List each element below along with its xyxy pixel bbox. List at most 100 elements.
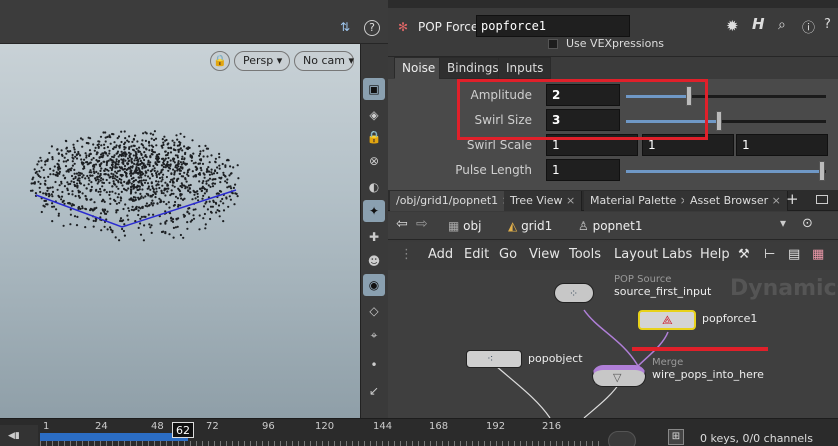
crumb-label: obj	[463, 219, 482, 233]
tab-bindings[interactable]: Bindings	[439, 57, 507, 79]
lock-icon[interactable]: 🔒	[363, 126, 385, 148]
add-tab-icon[interactable]: +	[786, 190, 799, 208]
node-name-field[interactable]: popforce1	[476, 15, 630, 37]
menu-add[interactable]: Add	[428, 247, 453, 262]
viewport-toolbar: ⇅ ?	[0, 0, 388, 44]
gear-icon[interactable]: ✹	[726, 17, 739, 35]
source-node-name: source_first_input	[614, 285, 712, 298]
network-tabstrip: /obj/grid1/popnet1 × Tree View × Materia…	[388, 190, 838, 211]
tick-label: 96	[262, 421, 275, 432]
path-bar: ⇦ ⇨ ▦ obj ◭ grid1 ♙ popnet1 ▾ ⊙	[388, 212, 838, 240]
pulse-length-slider[interactable]	[626, 161, 826, 181]
network-pane: /obj/grid1/popnet1 × Tree View × Materia…	[388, 190, 838, 418]
list-icon[interactable]: ▤	[788, 247, 800, 262]
merge-node[interactable]: ▽	[592, 365, 646, 387]
vex-label: Use VEXpressions	[566, 37, 665, 50]
object-node-icon: ⁖	[487, 352, 494, 365]
tab-tree-view[interactable]: Tree View ×	[504, 191, 583, 211]
persp-dropdown[interactable]: Persp ▾	[234, 51, 290, 71]
dot-icon[interactable]: •	[363, 354, 385, 376]
menu-help[interactable]: Help	[700, 247, 730, 262]
tree-icon[interactable]: ⊢	[764, 247, 775, 262]
pin-icon[interactable]: ⊙	[802, 216, 813, 231]
path-dropdown-icon[interactable]: ▾	[780, 216, 786, 230]
pulse-length-label: Pulse Length	[455, 163, 532, 177]
pop-gear-icon: ✻	[398, 20, 409, 34]
camera-label: No cam	[303, 54, 345, 67]
ghost-icon[interactable]: ⊗	[363, 150, 385, 172]
crumb-label: popnet1	[592, 219, 643, 233]
gear-icon[interactable]: ✚	[363, 226, 385, 248]
help-h-icon[interactable]: H	[752, 15, 765, 33]
merge-node-type: Merge	[652, 357, 684, 368]
node-type-label: POP Force	[418, 20, 479, 34]
crumb-grid[interactable]: ◭ grid1	[508, 216, 552, 236]
tick-label: 216	[542, 421, 562, 432]
popnet-icon: ♙	[578, 219, 589, 233]
tab-network-path[interactable]: /obj/grid1/popnet1 ×	[390, 191, 518, 211]
network-canvas[interactable]: Dynamics ⁘ POP Source source_first_input…	[388, 270, 838, 418]
menu-tools[interactable]: Tools	[569, 247, 601, 262]
keys-status: 0 keys, 0/0 channels	[700, 432, 813, 445]
tick-label: 72	[206, 421, 219, 432]
vis-icon[interactable]: ◇	[363, 300, 385, 322]
forward-icon[interactable]: ⇨	[416, 216, 428, 232]
source-node-type: POP Source	[614, 274, 672, 285]
grid-icon: ◭	[508, 219, 518, 233]
display-options-icon[interactable]: ⇅	[340, 20, 356, 36]
swirl-size-slider-handle[interactable]	[716, 111, 722, 131]
camera-dropdown[interactable]: No cam ▾	[294, 51, 354, 71]
palette-icon[interactable]: ▦	[812, 247, 824, 262]
snap-icon[interactable]: ⌖	[363, 324, 385, 346]
menu-labs[interactable]: Labs	[662, 247, 692, 262]
source-node-icon: ⁘	[569, 287, 579, 300]
source-node[interactable]: ⁘	[554, 283, 594, 303]
tools-icon[interactable]: ⚒	[738, 247, 750, 262]
select-icon[interactable]: ▣	[363, 78, 385, 100]
pulse-length-field[interactable]: 1	[546, 159, 620, 181]
node-icon[interactable]: ☻	[363, 250, 385, 272]
pulse-length-slider-handle[interactable]	[819, 161, 825, 181]
merge-node-name: wire_pops_into_here	[652, 368, 764, 381]
tick-label: 24	[95, 421, 108, 432]
view-icon[interactable]: ◈	[363, 104, 385, 126]
menu-view[interactable]: View	[529, 247, 560, 262]
crumb-obj[interactable]: ▦ obj	[448, 216, 481, 236]
maximize-icon[interactable]	[816, 195, 828, 204]
search-icon[interactable]: ⌕	[778, 17, 786, 33]
help-icon[interactable]: ?	[824, 17, 831, 32]
help-icon[interactable]: ?	[364, 20, 380, 36]
tab-inputs[interactable]: Inputs	[498, 57, 552, 79]
menu-go[interactable]: Go	[499, 247, 517, 262]
camera-lock-icon[interactable]: 🔒	[210, 51, 230, 71]
tab-material-palette[interactable]: Material Palette ×	[584, 191, 696, 211]
current-frame-marker[interactable]: 62	[172, 422, 194, 438]
playhead-knob[interactable]	[608, 431, 636, 446]
menu-edit[interactable]: Edit	[464, 247, 489, 262]
step-back-icon[interactable]: ◀▮	[8, 431, 20, 441]
tool-icon[interactable]: ↙	[363, 380, 385, 402]
tab-asset-browser[interactable]: Asset Browser ×	[684, 191, 788, 211]
back-icon[interactable]: ⇦	[396, 216, 408, 232]
popforce-node[interactable]: ⟁	[638, 310, 696, 330]
light-icon[interactable]: ✦	[363, 200, 385, 222]
network-menubar: ⋮ Add Edit Go View Tools Layout Labs Hel…	[388, 242, 838, 270]
swirl-scale-z-field[interactable]: 1	[736, 134, 828, 156]
popobject-node[interactable]: ⁖	[466, 350, 522, 368]
pane-tabstrip	[388, 0, 838, 8]
keys-icon[interactable]: ⊞	[668, 429, 684, 445]
menu-handle-icon: ⋮	[400, 247, 413, 262]
info-icon[interactable]: ⓘ	[802, 17, 815, 36]
tab-noise[interactable]: Noise	[394, 57, 444, 79]
crumb-popnet[interactable]: ♙ popnet1	[578, 216, 643, 236]
camera-icon[interactable]: ◉	[363, 274, 385, 296]
menu-layout[interactable]: Layout	[614, 247, 658, 262]
tab-label: Tree View	[510, 194, 563, 207]
highlight-underline	[632, 347, 768, 351]
display-icon[interactable]: ◐	[363, 176, 385, 198]
vex-checkbox[interactable]	[548, 39, 558, 49]
tick-label: 192	[486, 421, 506, 432]
tick-label: 144	[373, 421, 393, 432]
timeline-range	[40, 433, 188, 441]
obj-icon: ▦	[448, 219, 460, 233]
